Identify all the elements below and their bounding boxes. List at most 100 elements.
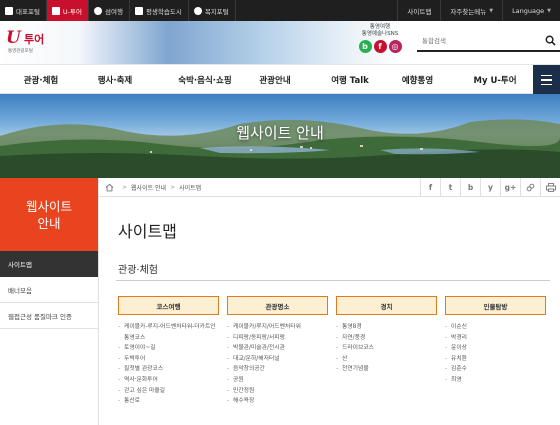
list-item[interactable]: - 드라이브코스 [336,343,437,354]
print-icon[interactable] [540,178,560,197]
menu-icon[interactable] [533,65,560,95]
list-item[interactable]: - 토영이야~길 [118,343,219,354]
sitemap-column-courses: 코스여행 - 케이블카-루지-어드벤처타워-더카트인통영코스 - 토영이야~길 -두… [118,296,219,407]
topbar-link-label: Language [512,6,545,15]
list-item[interactable]: - 김춘수 [445,364,546,375]
breadcrumb-bar: > 웹사이트 안내 > 사이트맵 f t b y g+ [99,178,560,197]
list-item[interactable]: - 케이블카-루지-어드벤처타워-더카트인통영코스 [118,322,219,343]
y-share-icon[interactable]: y [480,178,500,197]
topbar-link-sitemap[interactable]: 사이트맵 [397,0,440,21]
search-icon[interactable] [545,35,556,46]
sidebar-menu: 사이트맵 배너모음 웹접근성 품질마크 인증 [0,251,98,329]
topbar-link-learning-city[interactable]: 평생학습도시 [130,0,189,21]
list-item[interactable]: - 걷고 싶은 마을길 [118,386,219,397]
list-item[interactable]: - 통산로 [118,396,219,407]
logo-text: 투어 [24,33,45,46]
sns-subtitle: 통영예술나SNS [361,31,399,37]
topbar-link-utour[interactable]: U-투어 [46,0,89,21]
list-item[interactable]: - 공원 [227,375,328,386]
sidebar-title-line: 안내 [37,215,61,231]
list-item[interactable]: - 역사·문화투어 [118,375,219,386]
column-header[interactable]: 경치 [336,296,437,315]
sidebar-title-line: 웹사이트 [25,198,72,214]
site-logo[interactable]: U 투어 통영관광포털 [6,27,66,59]
nav-item-art-tongyeong[interactable]: 예향통영 [385,65,450,95]
sidebar-item-sitemap[interactable]: 사이트맵 [0,251,98,277]
list-item[interactable]: - 해수욕장 [227,396,328,407]
topbar-link-welfare-portal[interactable]: 복지포털 [189,0,236,21]
topbar-dropdown-language[interactable]: Language ▼ [502,0,560,21]
column-links: - 케이블카/루지/어드벤처타워 - 디피랑/동피랑/서피랑 - 박물관/미술관/전시… [227,315,328,407]
blog-share-icon[interactable]: b [460,178,480,197]
portal-icon [5,6,13,15]
heart-icon [193,6,202,15]
topbar-link-main-portal[interactable]: 대표포털 [0,0,47,21]
list-item[interactable]: - 민간정원 [227,386,328,397]
instagram-icon[interactable]: ◎ [388,40,402,53]
search-box [417,32,560,52]
breadcrumb-separator: > [170,184,176,191]
list-item[interactable]: - 디피랑/동피랑/서피랑 [227,333,328,344]
topbar-link-label: U-투어 [62,7,82,16]
sidebar-divider [98,178,99,425]
sitemap-column-attractions: 관광명소 - 케이블카/루지/어드벤처타워 - 디피랑/동피랑/서피랑 - 박물관/미… [227,296,328,407]
column-header[interactable]: 코스여행 [118,296,219,315]
chevron-down-icon: ▼ [547,7,551,14]
nav-item-events-festivals[interactable]: 행사·축제 [80,65,150,95]
chevron-down-icon: ▼ [489,7,494,14]
search-input[interactable] [417,32,560,52]
sitemap-column-people: 인물탐방 - 이순신 - 박경리 - 윤이상 - 유치환 - 김춘수 - 최영 [445,296,546,386]
breadcrumb-item[interactable]: 웹사이트 안내 [131,183,166,192]
facebook-share-icon[interactable]: f [420,178,440,197]
list-item[interactable]: - 이순신 [445,322,546,333]
home-icon[interactable] [105,183,114,192]
list-item[interactable]: - 대교/운하/해저터널 [227,354,328,365]
nav-item-tourist-info[interactable]: 관광안내 [240,65,310,95]
link-icon[interactable] [520,178,540,197]
logo-mark: U [6,28,21,48]
column-header[interactable]: 인물탐방 [445,296,546,315]
nav-item-travel-talk[interactable]: 여행 Talk [315,65,385,95]
column-header[interactable]: 관광명소 [227,296,328,315]
share-toolbar: f t b y g+ [420,178,560,197]
column-links: - 이순신 - 박경리 - 윤이상 - 유치환 - 김춘수 - 최영 [445,315,546,386]
list-item[interactable]: - 통영8경 [336,322,437,333]
topbar-link-label: 평생학습도시 [145,7,182,16]
list-item[interactable]: - 천연기념물 [336,364,437,375]
list-item[interactable]: - 박경리 [445,333,546,344]
column-links: - 케이블카-루지-어드벤처타워-더카트인통영코스 - 토영이야~길 - 두벅투어 -… [118,315,219,407]
column-links: - 통영8경 - 자연/풍경 - 드라이브코스 -산 - 천연기념물 [336,315,437,375]
list-item[interactable]: - 자연/풍경 [336,333,437,344]
nav-item-lodging-food-shopping[interactable]: 숙박·음식·쇼핑 [160,65,250,95]
page-title: 사이트맵 [118,222,177,241]
list-item[interactable]: - 최영 [445,375,546,386]
section-divider [116,280,550,281]
sitemap-column-scenery: 경치 - 통영8경 - 자연/풍경 - 드라이브코스 -산 - 천연기념물 [336,296,437,375]
topbar-link-island-travel[interactable]: 섬여행 [89,0,130,21]
list-item[interactable]: - 유치환 [445,354,546,365]
blog-icon[interactable]: b [358,40,372,53]
topbar-link-label: 사이트맵 [407,7,432,16]
list-item[interactable]: -산 [336,354,437,365]
list-item[interactable]: - 윤이상 [445,343,546,354]
sidebar-item-accessibility-mark[interactable]: 웹접근성 품질마크 인증 [0,303,98,329]
nav-item-my-utour[interactable]: My U-투어 [460,65,530,95]
google-plus-share-icon[interactable]: g+ [500,178,520,197]
twitter-share-icon[interactable]: t [440,178,460,197]
list-item[interactable]: - 박물관/미술관/전시관 [227,343,328,354]
list-item[interactable]: - 두벅투어 [118,354,219,365]
list-item[interactable]: - 필첫별 관광코스 [118,364,219,375]
top-utility-bar: 대표포털 U-투어 섬여행 평생학습도시 복지포털 사이트맵 자주찾는메뉴 ▼ … [0,0,560,21]
island-icon [94,6,102,15]
breadcrumb-separator: > [122,184,128,191]
sidebar-item-banners[interactable]: 배너모음 [0,277,98,303]
list-item[interactable]: - 케이블카/루지/어드벤처타워 [227,322,328,333]
breadcrumb-item-current: 사이트맵 [179,185,202,192]
facebook-icon[interactable]: f [373,40,387,53]
topbar-dropdown-favorites[interactable]: 자주찾는메뉴 ▼ [440,0,502,21]
topbar-link-label: 자주찾는메뉴 [450,7,487,16]
utour-icon [51,6,60,15]
sns-title: 통영여행 [369,24,391,30]
nav-item-tourism-experience[interactable]: 관광·체험 [8,65,74,95]
list-item[interactable]: - 음악창의공간 [227,364,328,375]
